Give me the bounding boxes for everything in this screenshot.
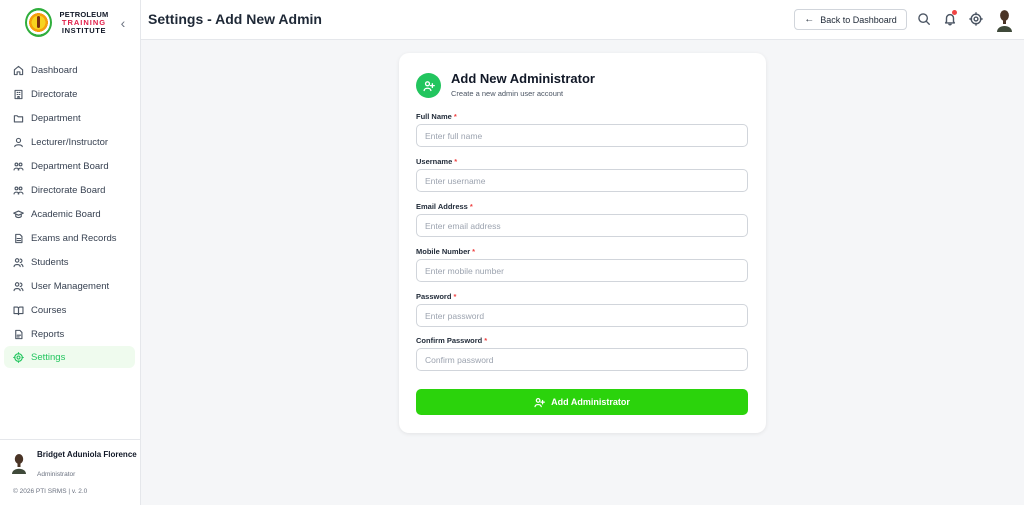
password-label: Password * <box>416 292 457 301</box>
confirm-password-input[interactable] <box>416 348 748 371</box>
header-avatar[interactable] <box>996 8 1013 32</box>
sidebar-item-label: Directorate Board <box>31 184 106 196</box>
sidebar-item-department-board[interactable]: Department Board <box>4 154 135 178</box>
mobile-number-input[interactable] <box>416 259 748 282</box>
username-input[interactable] <box>416 169 748 192</box>
user-plus-icon <box>534 397 546 407</box>
sidebar-item-courses[interactable]: Courses <box>4 298 135 322</box>
sidebar: PETROLEUM TRAINING INSTITUTE ‹ Dashboard… <box>0 0 141 505</box>
sidebar-item-label: User Management <box>31 280 110 292</box>
copyright-version: © 2026 PTI SRMS | v. 2.0 <box>13 488 88 495</box>
sidebar-item-students[interactable]: Students <box>4 250 135 274</box>
sidebar-item-label: Reports <box>31 328 65 340</box>
building-icon <box>13 89 24 100</box>
users-group-icon <box>13 161 24 172</box>
search-icon[interactable] <box>917 12 931 26</box>
add-administrator-label: Add Administrator <box>551 397 630 407</box>
mobile-number-field: Mobile Number * <box>416 247 748 282</box>
sidebar-item-label: Exams and Records <box>31 232 117 244</box>
email-input[interactable] <box>416 214 748 237</box>
sidebar-item-label: Department Board <box>31 160 109 172</box>
graduation-cap-icon <box>13 209 24 220</box>
brand-text: PETROLEUM TRAINING INSTITUTE <box>54 11 114 35</box>
sidebar-item-label: Lecturer/Instructor <box>31 136 109 148</box>
sidebar-item-label: Academic Board <box>31 208 101 220</box>
page-title: Settings - Add New Admin <box>148 11 322 27</box>
back-to-dashboard-label: Back to Dashboard <box>820 14 897 25</box>
email-label: Email Address * <box>416 202 473 211</box>
sidebar-item-department[interactable]: Department <box>4 106 135 130</box>
form-title: Add New Administrator <box>451 71 595 86</box>
sidebar-item-label: Students <box>31 256 69 268</box>
user-name: Bridget Aduniola Florence <box>37 450 137 459</box>
book-icon <box>13 305 24 316</box>
password-field: Password * <box>416 292 748 327</box>
report-icon <box>13 329 24 340</box>
user-icon <box>13 137 24 148</box>
sidebar-item-settings[interactable]: Settings <box>4 346 135 368</box>
sidebar-item-lecturer-instructor[interactable]: Lecturer/Instructor <box>4 130 135 154</box>
user-role: Administrator <box>37 471 76 478</box>
notification-bell-icon[interactable] <box>943 10 957 26</box>
username-field: Username * <box>416 157 748 192</box>
users-group-icon <box>13 185 24 196</box>
sidebar-item-user-management[interactable]: User Management <box>4 274 135 298</box>
users-icon <box>13 281 24 292</box>
confirm-password-field: Confirm Password * <box>416 336 748 371</box>
sidebar-nav: Dashboard Directorate Department Lecture… <box>4 58 135 368</box>
sidebar-item-label: Dashboard <box>31 64 78 76</box>
sidebar-item-label: Courses <box>31 304 67 316</box>
sidebar-item-academic-board[interactable]: Academic Board <box>4 202 135 226</box>
gear-icon <box>13 351 24 363</box>
folder-icon <box>13 113 24 124</box>
sidebar-item-directorate-board[interactable]: Directorate Board <box>4 178 135 202</box>
document-icon <box>13 233 24 244</box>
full-name-field: Full Name * <box>416 112 748 147</box>
full-name-label: Full Name * <box>416 112 457 121</box>
brand-line-3: INSTITUTE <box>61 26 107 35</box>
pti-seal-logo <box>25 8 52 37</box>
mobile-number-label: Mobile Number * <box>416 247 476 256</box>
sidebar-item-exams-and-records[interactable]: Exams and Records <box>4 226 135 250</box>
password-input[interactable] <box>416 304 748 327</box>
full-name-input[interactable] <box>416 124 748 147</box>
user-avatar <box>11 452 27 474</box>
sidebar-item-reports[interactable]: Reports <box>4 322 135 346</box>
user-plus-icon <box>416 73 441 98</box>
notification-dot <box>952 10 957 15</box>
sidebar-user-profile[interactable]: Bridget Aduniola Florence Administrator … <box>0 439 140 505</box>
top-header: Settings - Add New Admin ← Back to Dashb… <box>141 0 1024 40</box>
gear-icon[interactable] <box>969 12 983 26</box>
sidebar-item-label: Settings <box>31 351 66 363</box>
email-field: Email Address * <box>416 202 748 237</box>
collapse-sidebar-chevron-left-icon[interactable]: ‹ <box>116 14 130 32</box>
sidebar-item-dashboard[interactable]: Dashboard <box>4 58 135 82</box>
add-administrator-button[interactable]: Add Administrator <box>416 389 748 415</box>
add-admin-form-card: Add New Administrator Create a new admin… <box>399 53 766 433</box>
home-icon <box>13 65 24 76</box>
sidebar-item-label: Department <box>31 112 81 124</box>
back-to-dashboard-button[interactable]: ← Back to Dashboard <box>794 9 907 30</box>
confirm-password-label: Confirm Password * <box>416 336 488 345</box>
form-subtitle: Create a new admin user account <box>451 89 564 98</box>
sidebar-item-label: Directorate <box>31 88 78 100</box>
arrow-left-icon: ← <box>804 14 815 25</box>
users-icon <box>13 257 24 268</box>
sidebar-item-directorate[interactable]: Directorate <box>4 82 135 106</box>
username-label: Username * <box>416 157 458 166</box>
